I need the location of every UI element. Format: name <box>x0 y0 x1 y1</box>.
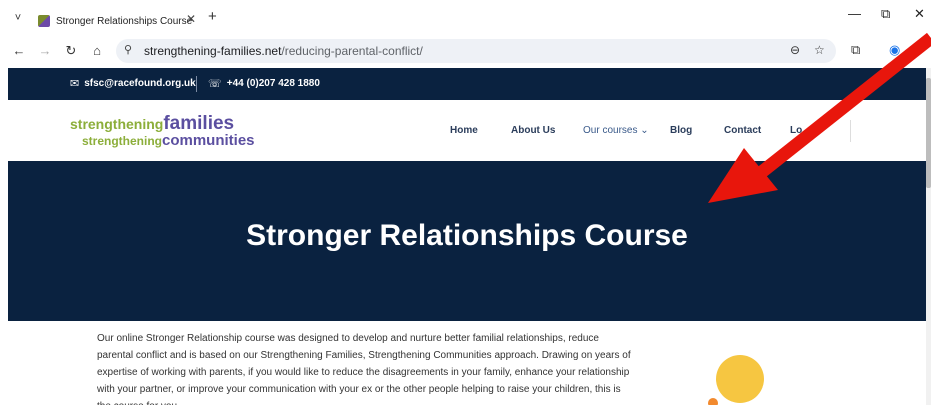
web-page: ✉ sfsc@racefound.org.uk ☏ +44 (0)207 428… <box>8 68 926 405</box>
home-icon[interactable]: ⌂ <box>88 42 106 60</box>
window-close-icon[interactable]: ✕ <box>914 6 925 22</box>
decorative-circle <box>716 355 764 403</box>
logo-line2-a: strengthening <box>82 134 162 148</box>
site-info-icon[interactable]: ⚲ <box>124 43 132 56</box>
zoom-icon[interactable]: ⊖ <box>790 43 800 57</box>
contact-topbar: ✉ sfsc@racefound.org.uk ☏ +44 (0)207 428… <box>8 68 926 100</box>
favicon-icon <box>38 15 50 27</box>
nav-our-courses[interactable]: Our courses ⌄ <box>583 125 649 136</box>
restore-icon[interactable]: ⧉ <box>881 6 890 22</box>
page-title: Stronger Relationships Course <box>246 219 688 252</box>
nav-home[interactable]: Home <box>450 125 478 136</box>
extensions-icon[interactable]: ⧉ <box>851 42 860 58</box>
logo-line2-b: communities <box>162 132 255 149</box>
nav-blog[interactable]: Blog <box>670 125 692 136</box>
browser-tab-bar: ˅ Stronger Relationships Course ✕ + — ⧉ … <box>0 0 931 36</box>
email-contact[interactable]: ✉ sfsc@racefound.org.uk <box>70 77 196 90</box>
email-icon: ✉ <box>70 78 80 90</box>
phone-contact[interactable]: ☏ +44 (0)207 428 1880 <box>208 77 320 90</box>
profile-icon[interactable]: ◉ <box>889 42 900 58</box>
logo-line1-a: strengthening <box>70 116 164 132</box>
header-divider <box>850 120 851 142</box>
scrollbar-thumb[interactable] <box>926 78 931 188</box>
forward-icon[interactable]: → <box>36 42 54 60</box>
tab-list-button[interactable]: ˅ <box>8 8 28 28</box>
url-text[interactable]: strengthening-families.net/reducing-pare… <box>144 44 423 58</box>
topbar-divider <box>196 76 197 92</box>
decorative-dot <box>708 398 718 405</box>
nav-contact[interactable]: Contact <box>724 125 761 136</box>
browser-toolbar: ← → ↻ ⌂ ⚲ strengthening-families.net/red… <box>0 36 931 66</box>
nav-our-courses-label: Our courses <box>583 125 638 136</box>
bookmark-star-icon[interactable]: ☆ <box>814 43 825 57</box>
email-link[interactable]: sfsc@racefound.org.uk <box>84 78 195 89</box>
address-bar[interactable]: ⚲ strengthening-families.net/reducing-pa… <box>116 39 836 63</box>
site-header: strengtheningfamilies strengtheningcommu… <box>8 100 926 161</box>
page-scrollbar[interactable] <box>926 68 931 405</box>
hero-banner: Stronger Relationships Course <box>8 161 926 321</box>
nav-about-us[interactable]: About Us <box>511 125 555 136</box>
tab-title: Stronger Relationships Course <box>56 15 193 27</box>
url-host: strengthening-families.net <box>144 44 282 58</box>
reload-icon[interactable]: ↻ <box>62 42 80 60</box>
site-logo[interactable]: strengtheningfamilies strengtheningcommu… <box>70 114 255 149</box>
logo-line1-b: families <box>163 113 235 134</box>
nav-login[interactable]: Lo <box>790 125 802 136</box>
intro-paragraph: Our online Stronger Relationship course … <box>97 333 631 405</box>
phone-link[interactable]: +44 (0)207 428 1880 <box>227 78 320 89</box>
browser-tab-active[interactable]: Stronger Relationships Course ✕ <box>30 6 200 36</box>
phone-icon: ☏ <box>208 78 222 90</box>
new-tab-button[interactable]: + <box>208 8 217 25</box>
url-path: /reducing-parental-conflict/ <box>281 44 423 58</box>
back-icon[interactable]: ← <box>10 42 28 60</box>
chevron-down-icon: ⌄ <box>640 125 649 136</box>
minimize-icon[interactable]: — <box>848 6 861 21</box>
tab-close-icon[interactable]: ✕ <box>186 12 196 26</box>
